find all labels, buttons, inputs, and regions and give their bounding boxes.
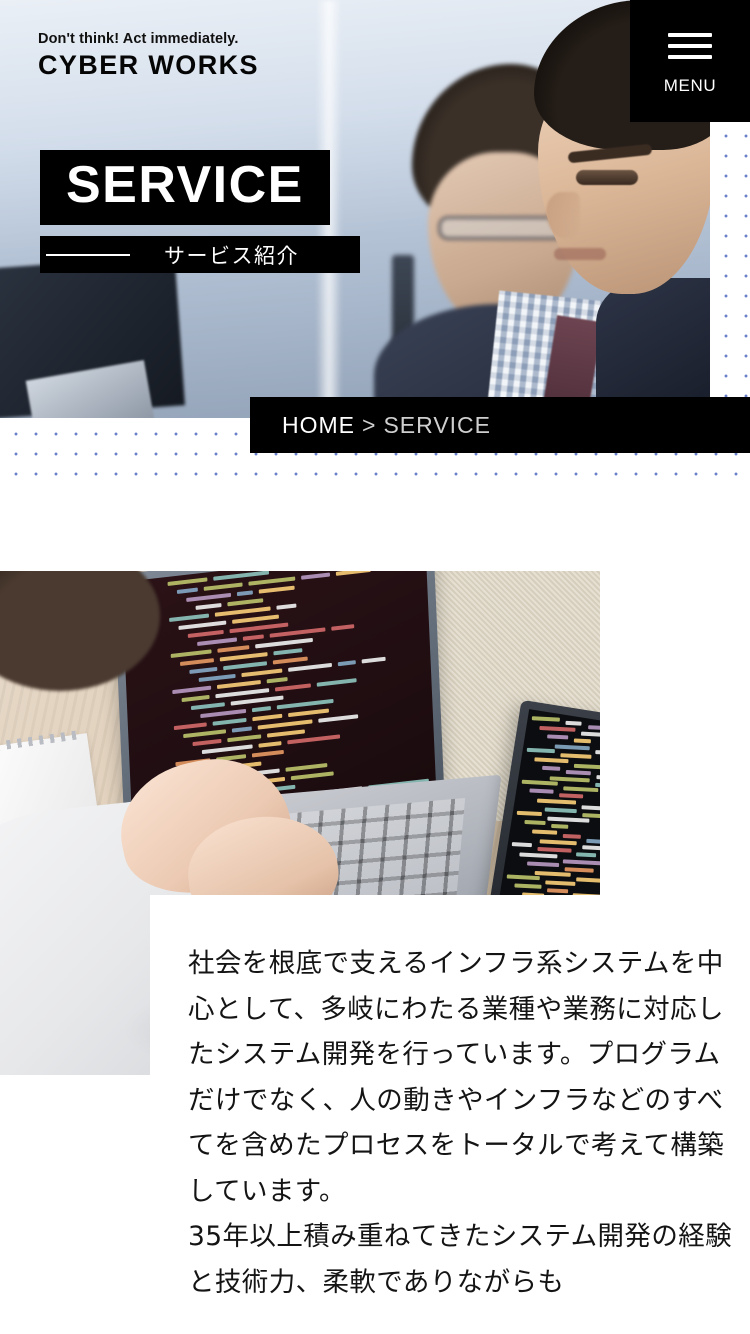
subtitle-rule [46, 254, 130, 256]
logo-tagline: Don't think! Act immediately. [38, 31, 259, 48]
service-description-card: 社会を根底で支えるインフラ系システムを中心として、多岐にわたる業種や業務に対応し… [150, 895, 750, 1306]
site-logo[interactable]: Don't think! Act immediately. CYBER WORK… [38, 31, 259, 81]
page-subtitle-label: サービス紹介 [164, 240, 299, 270]
service-description-text: 社会を根底で支えるインフラ系システムを中心として、多岐にわたる業種や業務に対応し… [188, 941, 738, 1306]
breadcrumb-separator: > [362, 412, 376, 439]
page-title: SERVICE [40, 150, 330, 225]
menu-button-label: MENU [664, 76, 716, 96]
menu-button[interactable]: MENU [630, 0, 750, 122]
page-root: Don't think! Act immediately. CYBER WORK… [0, 0, 750, 1334]
logo-brand: CYBER WORKS [38, 50, 259, 81]
hamburger-icon [668, 26, 712, 66]
breadcrumb-home-link[interactable]: HOME [282, 412, 355, 439]
page-subtitle: サービス紹介 [40, 236, 360, 273]
breadcrumb: HOME > SERVICE [250, 397, 750, 453]
breadcrumb-current: SERVICE [383, 412, 491, 439]
